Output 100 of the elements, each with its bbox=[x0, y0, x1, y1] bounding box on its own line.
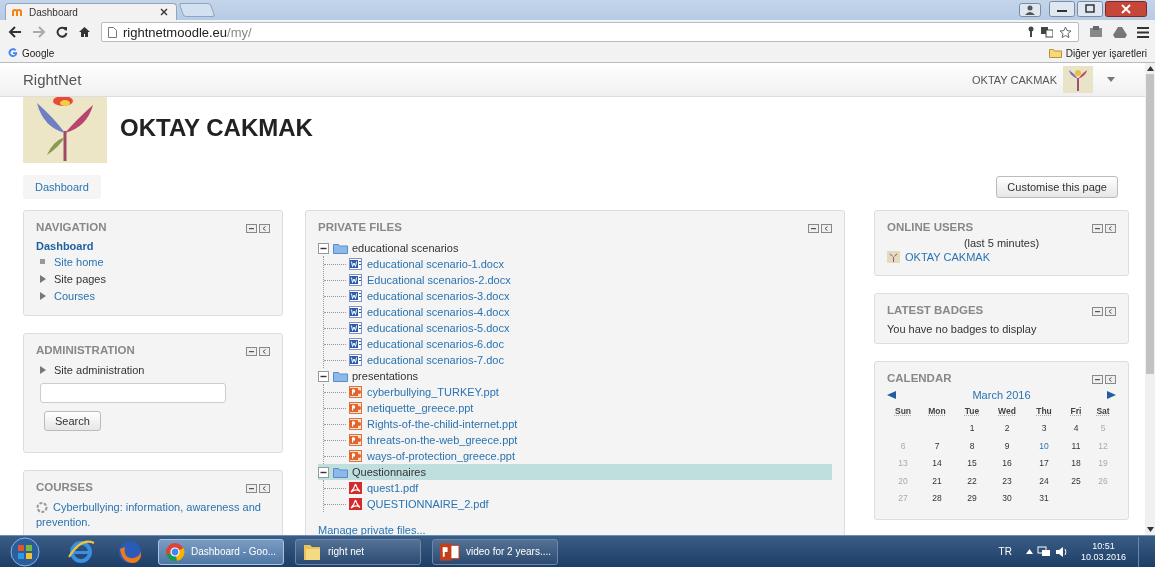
file-link[interactable]: netiquette_greece.ppt bbox=[367, 402, 474, 414]
dock-icon[interactable] bbox=[259, 484, 270, 493]
dock-icon[interactable] bbox=[259, 347, 270, 356]
month-link[interactable]: March 2016 bbox=[972, 389, 1031, 401]
back-icon[interactable] bbox=[8, 26, 22, 38]
file-link[interactable]: educational scenarios-6.doc bbox=[367, 338, 504, 350]
key-icon[interactable] bbox=[1027, 26, 1035, 38]
navigation-link[interactable]: Courses bbox=[54, 290, 95, 302]
online-user-link[interactable]: OKTAY CAKMAK bbox=[905, 251, 990, 263]
calendar-day: 9 bbox=[1004, 440, 1010, 451]
expand-arrow-icon[interactable] bbox=[40, 292, 46, 300]
taskbar-window[interactable]: right net bbox=[295, 538, 421, 565]
dock-icon[interactable] bbox=[1105, 307, 1116, 316]
file-link[interactable]: Educational scenarios-2.docx bbox=[367, 274, 511, 286]
file-link[interactable]: QUESTIONNAIRE_2.pdf bbox=[367, 498, 489, 510]
toggle-icon[interactable] bbox=[318, 466, 329, 478]
pdf-icon bbox=[349, 482, 362, 494]
language-indicator[interactable]: TR bbox=[998, 546, 1012, 557]
extension-icon[interactable] bbox=[1089, 26, 1103, 38]
file-link[interactable]: educational scenarios-5.docx bbox=[367, 322, 510, 334]
close-icon[interactable] bbox=[160, 8, 168, 16]
file-link[interactable]: educational scenarios-7.doc bbox=[367, 354, 504, 366]
dock-icon[interactable] bbox=[259, 224, 270, 233]
volume-icon[interactable] bbox=[1054, 545, 1069, 558]
collapse-icon[interactable] bbox=[1092, 307, 1103, 316]
collapse-icon[interactable] bbox=[1092, 375, 1103, 384]
expand-arrow-icon[interactable] bbox=[40, 366, 46, 374]
collapse-icon[interactable] bbox=[1092, 224, 1103, 233]
file-link[interactable]: ways-of-protection_greece.ppt bbox=[367, 450, 515, 462]
word-document-icon bbox=[349, 274, 362, 286]
file-link[interactable]: educational scenarios-3.docx bbox=[367, 290, 510, 302]
calendar-day: 16 bbox=[1002, 458, 1012, 469]
minimize-icon[interactable] bbox=[1049, 1, 1075, 17]
expand-arrow-icon[interactable] bbox=[40, 275, 46, 283]
start-button[interactable] bbox=[8, 536, 42, 567]
calendar-day: 19 bbox=[1098, 458, 1108, 469]
dock-icon[interactable] bbox=[1105, 375, 1116, 384]
file-link[interactable]: threats-on-the-web_greece.ppt bbox=[367, 434, 518, 446]
collapse-icon[interactable] bbox=[808, 224, 819, 233]
star-icon[interactable] bbox=[1059, 25, 1072, 39]
dock-icon[interactable] bbox=[1105, 224, 1116, 233]
clock[interactable]: 10:51 10.03.2016 bbox=[1080, 540, 1126, 563]
navigation-link[interactable]: Dashboard bbox=[36, 240, 270, 252]
close-icon[interactable] bbox=[1105, 1, 1147, 17]
menu-icon[interactable] bbox=[1137, 26, 1149, 38]
taskbar-window[interactable]: video for 2 years.... bbox=[432, 538, 558, 565]
address-bar[interactable]: rightnetmoodle.eu/my/ bbox=[101, 22, 1079, 42]
user-icon[interactable] bbox=[1019, 3, 1041, 17]
calendar-day[interactable]: 10 bbox=[1039, 440, 1049, 451]
customise-page-button[interactable]: Customise this page bbox=[996, 175, 1118, 198]
fox-browser-icon[interactable] bbox=[116, 538, 144, 565]
file-link[interactable]: educational scenario-1.docx bbox=[367, 258, 504, 270]
next-month-icon[interactable] bbox=[1107, 391, 1116, 399]
previous-month-icon[interactable] bbox=[887, 391, 896, 399]
user-name[interactable]: OKTAY CAKMAK bbox=[972, 73, 1057, 86]
word-document-icon bbox=[349, 354, 362, 366]
file-link[interactable]: Rights-of-the-chilid-internet.ppt bbox=[367, 418, 518, 430]
folder-row[interactable]: presentations bbox=[318, 368, 832, 384]
network-icon[interactable] bbox=[1036, 545, 1051, 558]
administration-link[interactable]: Site administration bbox=[54, 364, 145, 376]
folder-row[interactable]: Questionnaires bbox=[318, 464, 832, 480]
collapse-icon[interactable] bbox=[246, 484, 257, 493]
folder-row[interactable]: educational scenarios bbox=[318, 240, 832, 256]
calendar-day: 13 bbox=[898, 458, 908, 469]
scrollbar-thumb[interactable] bbox=[1146, 74, 1154, 374]
toggle-icon[interactable] bbox=[318, 242, 329, 254]
dropdown-caret-icon[interactable] bbox=[1107, 77, 1115, 82]
taskbar-window[interactable]: Dashboard - Goo... bbox=[158, 538, 284, 565]
other-bookmarks[interactable]: Diğer yer işaretleri bbox=[1048, 47, 1147, 59]
file-link[interactable]: quest1.pdf bbox=[367, 482, 419, 494]
block-title: NAVIGATION bbox=[36, 220, 107, 233]
bookmark-link[interactable]: Google bbox=[8, 47, 55, 59]
browser-tab[interactable]: Dashboard bbox=[5, 3, 177, 20]
site-name[interactable]: RightNet bbox=[23, 71, 82, 88]
calendar-day: 30 bbox=[1002, 493, 1012, 504]
breadcrumb-link[interactable]: Dashboard bbox=[23, 174, 101, 199]
search-button[interactable]: Search bbox=[44, 411, 101, 431]
show-hidden-icons-icon[interactable] bbox=[1025, 549, 1033, 554]
presentation-icon bbox=[349, 402, 362, 414]
file-link[interactable]: educational scenarios-4.docx bbox=[367, 306, 510, 318]
home-icon[interactable] bbox=[78, 26, 91, 38]
time-note: (last 5 minutes) bbox=[963, 237, 1040, 249]
course-link[interactable]: Cyberbullying: information, awareness and prevention. bbox=[36, 500, 270, 530]
drive-icon[interactable] bbox=[1113, 26, 1127, 38]
navigation-link[interactable]: Site home bbox=[54, 256, 104, 268]
search-field[interactable] bbox=[40, 383, 226, 403]
scroll-down-icon[interactable] bbox=[1146, 527, 1154, 532]
reload-icon[interactable] bbox=[56, 26, 68, 38]
collapse-icon[interactable] bbox=[246, 224, 257, 233]
calendar-day: 28 bbox=[932, 493, 942, 504]
calendar-day: 21 bbox=[932, 475, 942, 486]
scroll-up-icon[interactable] bbox=[1146, 66, 1154, 71]
collapse-icon[interactable] bbox=[246, 347, 257, 356]
navigation-link[interactable]: Site pages bbox=[54, 273, 106, 285]
dock-icon[interactable] bbox=[821, 224, 832, 233]
browser-e-icon[interactable] bbox=[66, 538, 96, 565]
file-link[interactable]: cyberbullying_TURKEY.ppt bbox=[367, 386, 499, 398]
translate-icon[interactable] bbox=[1041, 26, 1053, 38]
toggle-icon[interactable] bbox=[318, 370, 329, 382]
maximize-icon[interactable] bbox=[1077, 1, 1103, 17]
